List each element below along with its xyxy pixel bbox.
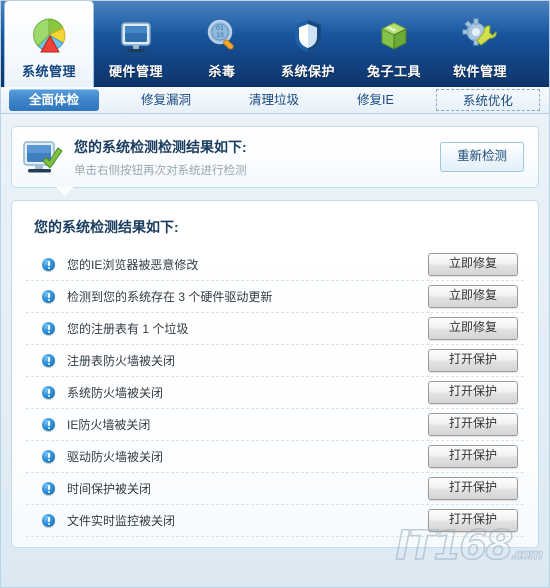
- nav-item-label: 杀毒: [208, 64, 236, 79]
- result-text: 您的注册表有 1 个垃圾: [67, 322, 189, 336]
- watermark-suffix: .com: [511, 547, 544, 564]
- table-row: 时间保护被关闭 打开保护: [26, 473, 524, 505]
- svg-text:10: 10: [216, 32, 224, 39]
- enable-protection-button[interactable]: 打开保护: [428, 477, 518, 500]
- nav-item-label: 系统管理: [21, 64, 76, 79]
- table-row: 您的IE浏览器被恶意修改 立即修复: [26, 249, 524, 281]
- monitor-icon: [115, 14, 157, 58]
- nav-item-antivirus[interactable]: 01 10 杀毒: [179, 1, 265, 87]
- enable-protection-button[interactable]: 打开保护: [428, 445, 518, 468]
- nav-item-label: 系统保护: [280, 64, 335, 79]
- fix-now-button[interactable]: 立即修复: [428, 317, 518, 340]
- results-title: 您的系统检测结果如下:: [34, 219, 179, 235]
- nav-item-system-management[interactable]: 系统管理: [5, 1, 93, 87]
- table-row: 注册表防火墙被关闭 打开保护: [26, 345, 524, 377]
- table-row: 系统防火墙被关闭 打开保护: [26, 377, 524, 409]
- enable-protection-button[interactable]: 打开保护: [428, 509, 518, 532]
- warning-icon: [42, 290, 55, 303]
- sub-tab-repair-ie[interactable]: 修复IE: [341, 89, 410, 111]
- application-window: 系统管理 硬件管理 01 10 杀毒 系统保护 兔子工具 软件管理 全面体检 修…: [0, 0, 550, 588]
- warning-icon: [42, 450, 55, 463]
- warning-icon: [42, 418, 55, 431]
- sub-tab-clean-junk[interactable]: 清理垃圾: [233, 89, 315, 111]
- nav-item-label: 软件管理: [452, 64, 507, 79]
- results-panel: 您的系统检测结果如下: 您的IE浏览器被恶意修改 立即修复 检测到您的系统存在 …: [11, 200, 539, 548]
- nav-item-system-protection[interactable]: 系统保护: [265, 1, 351, 87]
- fix-now-button[interactable]: 立即修复: [428, 253, 518, 276]
- warning-icon: [42, 258, 55, 271]
- table-row: 驱动防火墙被关闭 打开保护: [26, 441, 524, 473]
- result-text: 驱动防火墙被关闭: [67, 450, 164, 464]
- result-text: 检测到您的系统存在 3 个硬件驱动更新: [67, 290, 273, 304]
- table-row: 您的注册表有 1 个垃圾 立即修复: [26, 313, 524, 345]
- result-text: IE防火墙被关闭: [67, 418, 151, 432]
- pie-chart-icon: [28, 14, 70, 58]
- gear-wrench-icon: [459, 14, 501, 58]
- nav-item-hardware-management[interactable]: 硬件管理: [93, 1, 179, 87]
- sub-tab-fix-vulnerabilities[interactable]: 修复漏洞: [125, 89, 207, 111]
- sub-tab-system-optimization[interactable]: 系统优化: [435, 89, 540, 111]
- svg-text:01: 01: [216, 25, 224, 32]
- scan-summary-panel: 您的系统检测检测结果如下: 单击右侧按钮再次对系统进行检测 重新检测: [11, 126, 539, 188]
- shield-icon: [287, 14, 329, 58]
- main-toolbar: 系统管理 硬件管理 01 10 杀毒 系统保护 兔子工具 软件管理: [1, 1, 549, 87]
- table-row: 文件实时监控被关闭 打开保护: [26, 505, 524, 537]
- result-text: 文件实时监控被关闭: [67, 514, 176, 528]
- warning-icon: [42, 482, 55, 495]
- nav-item-software-management[interactable]: 软件管理: [437, 1, 523, 87]
- warning-icon: [42, 514, 55, 527]
- enable-protection-button[interactable]: 打开保护: [428, 413, 518, 436]
- scan-summary-subtitle: 单击右侧按钮再次对系统进行检测: [74, 164, 247, 177]
- scan-summary-title: 您的系统检测检测结果如下:: [74, 138, 247, 155]
- result-text: 注册表防火墙被关闭: [67, 354, 176, 368]
- scan-summary-text: 您的系统检测检测结果如下: 单击右侧按钮再次对系统进行检测: [74, 137, 440, 178]
- warning-icon: [42, 354, 55, 367]
- rescan-button[interactable]: 重新检测: [440, 142, 524, 172]
- sub-tab-full-checkup[interactable]: 全面体检: [9, 89, 100, 111]
- table-row: 检测到您的系统存在 3 个硬件驱动更新 立即修复: [26, 281, 524, 313]
- sub-tab-bar: 全面体检 修复漏洞 清理垃圾 修复IE 系统优化: [1, 87, 549, 114]
- enable-protection-button[interactable]: 打开保护: [428, 349, 518, 372]
- nav-item-rabbit-tools[interactable]: 兔子工具: [351, 1, 437, 87]
- magnifier-icon: 01 10: [201, 14, 243, 58]
- warning-icon: [42, 386, 55, 399]
- monitor-check-icon: [12, 137, 74, 177]
- result-text: 您的IE浏览器被恶意修改: [67, 258, 199, 272]
- nav-item-label: 硬件管理: [108, 64, 163, 79]
- result-text: 时间保护被关闭: [67, 482, 152, 496]
- table-row: IE防火墙被关闭 打开保护: [26, 409, 524, 441]
- enable-protection-button[interactable]: 打开保护: [428, 381, 518, 404]
- nav-item-label: 兔子工具: [366, 64, 421, 79]
- green-box-icon: [373, 14, 415, 58]
- fix-now-button[interactable]: 立即修复: [428, 285, 518, 308]
- warning-icon: [42, 322, 55, 335]
- result-text: 系统防火墙被关闭: [67, 386, 164, 400]
